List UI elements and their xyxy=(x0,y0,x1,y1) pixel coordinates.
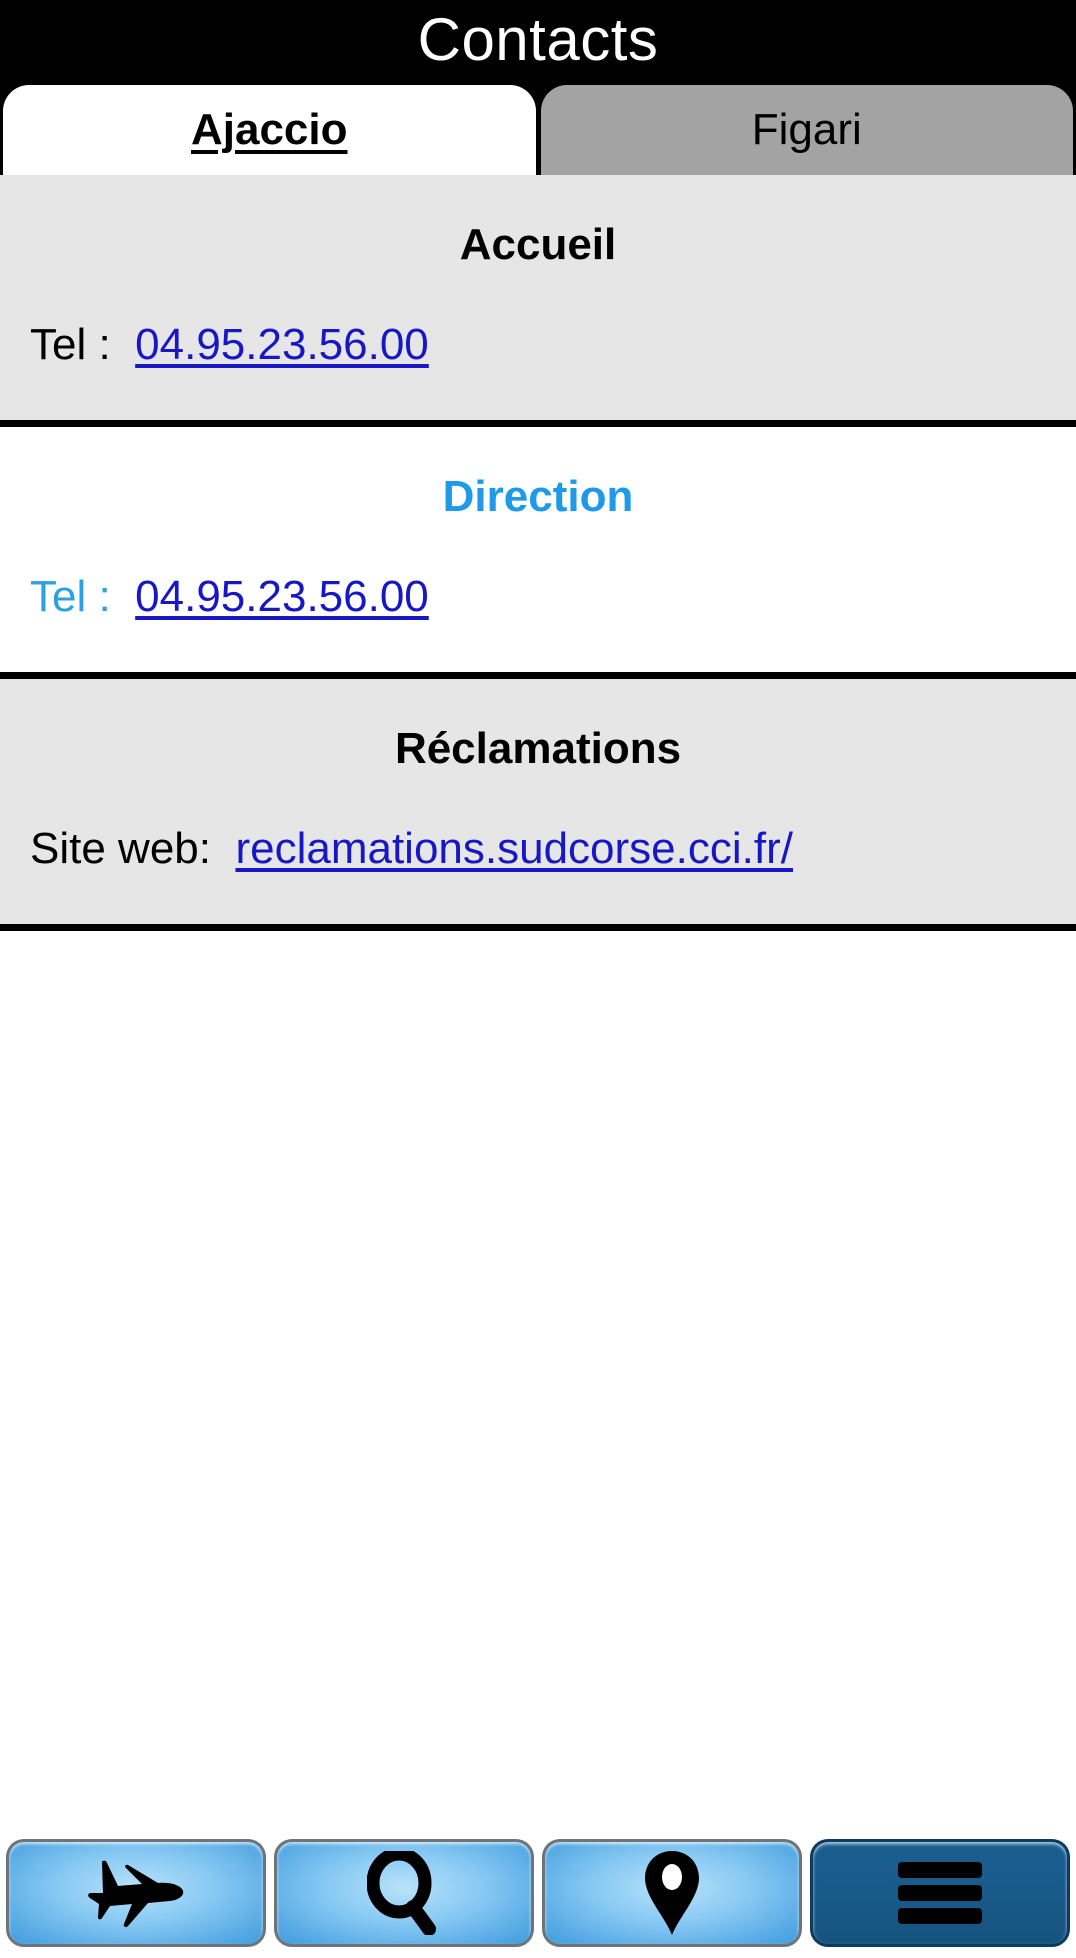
section-direction: Direction Tel : 04.95.23.56.00 xyxy=(0,426,1076,679)
reclamations-web-link[interactable]: reclamations.sudcorse.cci.fr/ xyxy=(235,824,793,873)
contact-row-reclamations-web: Site web: reclamations.sudcorse.cci.fr/ xyxy=(0,818,1076,894)
section-accueil-title: Accueil xyxy=(459,220,617,269)
content-area: Accueil Tel : 04.95.23.56.00 Direction T… xyxy=(0,175,1076,1830)
contact-row-accueil-tel: Tel : 04.95.23.56.00 xyxy=(0,314,1076,390)
content-spacer xyxy=(0,930,1076,1830)
direction-tel-label: Tel : xyxy=(30,572,111,622)
section-accueil: Accueil Tel : 04.95.23.56.00 xyxy=(0,175,1076,427)
hamburger-bar xyxy=(898,1885,982,1901)
hamburger-bar xyxy=(898,1862,982,1878)
tab-figari-label: Figari xyxy=(751,105,862,154)
page-title: Contacts xyxy=(417,6,659,73)
tab-ajaccio-label: Ajaccio xyxy=(190,105,348,154)
bottom-navigation-bar xyxy=(0,1830,1076,1958)
accueil-tel-label: Tel : xyxy=(30,320,111,370)
nav-button-flights[interactable] xyxy=(6,1839,266,1947)
airplane-icon xyxy=(82,1856,190,1930)
nav-button-menu[interactable] xyxy=(810,1839,1070,1947)
search-icon xyxy=(367,1851,441,1935)
nav-button-map[interactable] xyxy=(542,1839,802,1947)
direction-tel-link[interactable]: 04.95.23.56.00 xyxy=(135,572,429,621)
map-pin-icon xyxy=(641,1849,703,1937)
tab-figari[interactable]: Figari xyxy=(540,85,1073,175)
tab-ajaccio[interactable]: Ajaccio xyxy=(3,85,536,175)
hamburger-menu-icon xyxy=(898,1862,982,1924)
contacts-screen: Contacts Ajaccio Figari Accueil Tel : 04… xyxy=(0,0,1076,1958)
contact-row-direction-tel: Tel : 04.95.23.56.00 xyxy=(0,566,1076,642)
tab-bar: Ajaccio Figari xyxy=(0,85,1076,175)
app-header: Contacts Ajaccio Figari xyxy=(0,0,1076,175)
section-reclamations: Réclamations Site web: reclamations.sudc… xyxy=(0,678,1076,931)
accueil-tel-link[interactable]: 04.95.23.56.00 xyxy=(135,320,429,369)
section-direction-title: Direction xyxy=(442,471,634,521)
reclamations-web-label: Site web: xyxy=(30,824,211,874)
section-reclamations-title: Réclamations xyxy=(394,723,682,773)
hamburger-bar xyxy=(898,1908,982,1924)
nav-button-search[interactable] xyxy=(274,1839,534,1947)
